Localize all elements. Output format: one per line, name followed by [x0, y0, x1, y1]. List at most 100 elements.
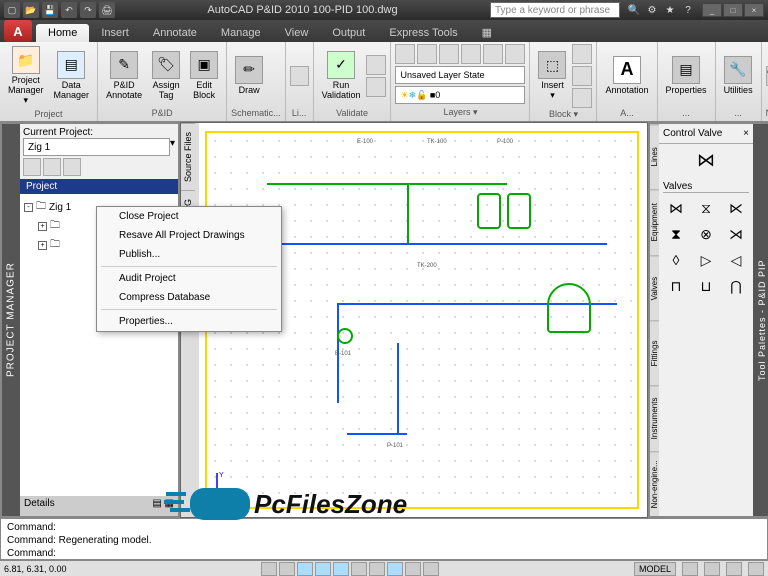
project-manager-button[interactable]: 📁Project Manager ▾: [4, 44, 48, 108]
pm-combo-dropdown-icon[interactable]: ▾: [170, 138, 175, 156]
pm-details-bar[interactable]: Details▤ ▦: [20, 496, 178, 516]
valve-relief-icon[interactable]: ▷: [693, 249, 719, 271]
layer-states-icon[interactable]: [417, 44, 437, 64]
close-icon[interactable]: ×: [743, 128, 749, 139]
tp-tab-valves[interactable]: Valves: [650, 255, 659, 320]
otrack-toggle[interactable]: [351, 562, 367, 576]
valve-4way-icon[interactable]: ⊔: [693, 275, 719, 297]
pump-icon[interactable]: [337, 328, 353, 344]
tab-output[interactable]: Output: [320, 24, 377, 42]
infocenter-search-icon[interactable]: 🔍: [626, 2, 642, 18]
vessel[interactable]: [507, 193, 531, 229]
pipe[interactable]: [347, 433, 407, 435]
qat-print-icon[interactable]: 🖨: [99, 2, 115, 18]
edit-block-button[interactable]: ▣Edit Block: [186, 49, 222, 103]
maximize-button[interactable]: □: [723, 3, 743, 17]
tank[interactable]: [547, 283, 591, 333]
layer-props-icon[interactable]: [395, 44, 415, 64]
qp-toggle[interactable]: [423, 562, 439, 576]
ctx-audit-project[interactable]: Audit Project: [97, 269, 281, 288]
valve-ball-icon[interactable]: ⧗: [663, 223, 689, 245]
valve-plug-icon[interactable]: ◊: [663, 249, 689, 271]
tp-tab-fittings[interactable]: Fittings: [650, 320, 659, 385]
block-create-icon[interactable]: [572, 44, 592, 64]
ctx-compress-db[interactable]: Compress Database: [97, 288, 281, 307]
tp-tab-lines[interactable]: Lines: [650, 124, 659, 189]
app-menu-button[interactable]: A: [4, 20, 32, 42]
pm-project-combo[interactable]: [23, 138, 170, 156]
tp-title[interactable]: Tool Palettes - P&ID PIP: [753, 124, 768, 516]
ctx-resave-all[interactable]: Resave All Project Drawings: [97, 226, 281, 245]
qat-redo-icon[interactable]: ↷: [80, 2, 96, 18]
pm-tree[interactable]: -🗀 Zig 1 +🗀 +🗀 Close Project Resave All …: [20, 194, 178, 496]
close-button[interactable]: ×: [744, 3, 764, 17]
tab-home[interactable]: Home: [36, 24, 89, 42]
qat-undo-icon[interactable]: ↶: [61, 2, 77, 18]
tab-annotate[interactable]: Annotate: [141, 24, 209, 42]
layer-freeze-icon[interactable]: [461, 44, 481, 64]
tab-extra-icon[interactable]: ▦: [470, 23, 504, 42]
layer-state-combo[interactable]: Unsaved Layer State: [395, 66, 525, 84]
side-tab-source[interactable]: Source Files: [181, 123, 195, 190]
qat-save-icon[interactable]: 💾: [42, 2, 58, 18]
snap-toggle[interactable]: [261, 562, 277, 576]
pm-tb-settings-icon[interactable]: [63, 158, 81, 176]
grid-toggle[interactable]: [279, 562, 295, 576]
ctx-publish[interactable]: Publish...: [97, 245, 281, 264]
tab-insert[interactable]: Insert: [89, 24, 141, 42]
line-icon[interactable]: [290, 66, 309, 86]
valve-3way-icon[interactable]: ⊓: [663, 275, 689, 297]
tp-tab-nonengine[interactable]: Non-engine...: [650, 451, 659, 516]
validate-opt2[interactable]: [366, 77, 386, 97]
favorites-icon[interactable]: ★: [662, 2, 678, 18]
properties-button[interactable]: ▤Properties: [662, 54, 711, 98]
validate-opt1[interactable]: [366, 55, 386, 75]
tab-manage[interactable]: Manage: [209, 24, 273, 42]
command-line[interactable]: Command: Command: Regenerating model. Co…: [0, 518, 768, 560]
valve-globe-icon[interactable]: ⧖: [693, 197, 719, 219]
pid-annotate-button[interactable]: ✎P&ID Annotate: [102, 49, 146, 103]
valve-butterfly-icon[interactable]: ⊗: [693, 223, 719, 245]
help-icon[interactable]: ?: [680, 2, 696, 18]
draw-button[interactable]: ✏Draw: [231, 54, 267, 98]
pm-tab-project[interactable]: Project: [20, 179, 178, 194]
pm-tb-new-icon[interactable]: [23, 158, 41, 176]
layer-lock-icon[interactable]: [483, 44, 503, 64]
lwt-toggle[interactable]: [405, 562, 421, 576]
tp-tab-equipment[interactable]: Equipment: [650, 189, 659, 254]
sb-ws-icon[interactable]: [726, 562, 742, 576]
sb-tray-icon[interactable]: [748, 562, 764, 576]
pm-tb-refresh-icon[interactable]: [43, 158, 61, 176]
model-space-button[interactable]: MODEL: [634, 562, 676, 576]
qat-new-icon[interactable]: ▢: [4, 2, 20, 18]
layer-off-icon[interactable]: [505, 44, 525, 64]
comm-center-icon[interactable]: ⚙: [644, 2, 660, 18]
insert-block-button[interactable]: ⬚Insert ▾: [534, 49, 570, 103]
run-validation-button[interactable]: ✓Run Validation: [318, 49, 365, 103]
vessel[interactable]: [477, 193, 501, 229]
block-attr-icon[interactable]: [572, 88, 592, 108]
valve-needle-icon[interactable]: ⋊: [723, 223, 749, 245]
ortho-toggle[interactable]: [297, 562, 313, 576]
valve-check-icon[interactable]: ⋉: [723, 197, 749, 219]
valve-diaphragm-icon[interactable]: ⋂: [723, 275, 749, 297]
annotation-button[interactable]: AAnnotation: [601, 54, 652, 98]
block-edit-icon[interactable]: [572, 66, 592, 86]
utilities-button[interactable]: 🔧Utilities: [720, 54, 757, 98]
osnap-toggle[interactable]: [333, 562, 349, 576]
polar-toggle[interactable]: [315, 562, 331, 576]
assign-tag-button[interactable]: 🏷Assign Tag: [148, 49, 184, 103]
search-input[interactable]: Type a keyword or phrase: [490, 2, 620, 18]
tab-express-tools[interactable]: Express Tools: [377, 24, 469, 42]
pipe[interactable]: [397, 343, 399, 433]
pipe[interactable]: [267, 243, 607, 245]
valve-gate-icon[interactable]: ⋈: [663, 197, 689, 219]
dyn-toggle[interactable]: [387, 562, 403, 576]
sb-ann-icon[interactable]: [704, 562, 720, 576]
ducs-toggle[interactable]: [369, 562, 385, 576]
tab-view[interactable]: View: [273, 24, 321, 42]
control-valve-icon[interactable]: ⋈: [697, 150, 715, 170]
data-manager-button[interactable]: ▤Data Manager: [50, 49, 94, 103]
minimize-button[interactable]: _: [702, 3, 722, 17]
qat-open-icon[interactable]: 📂: [23, 2, 39, 18]
